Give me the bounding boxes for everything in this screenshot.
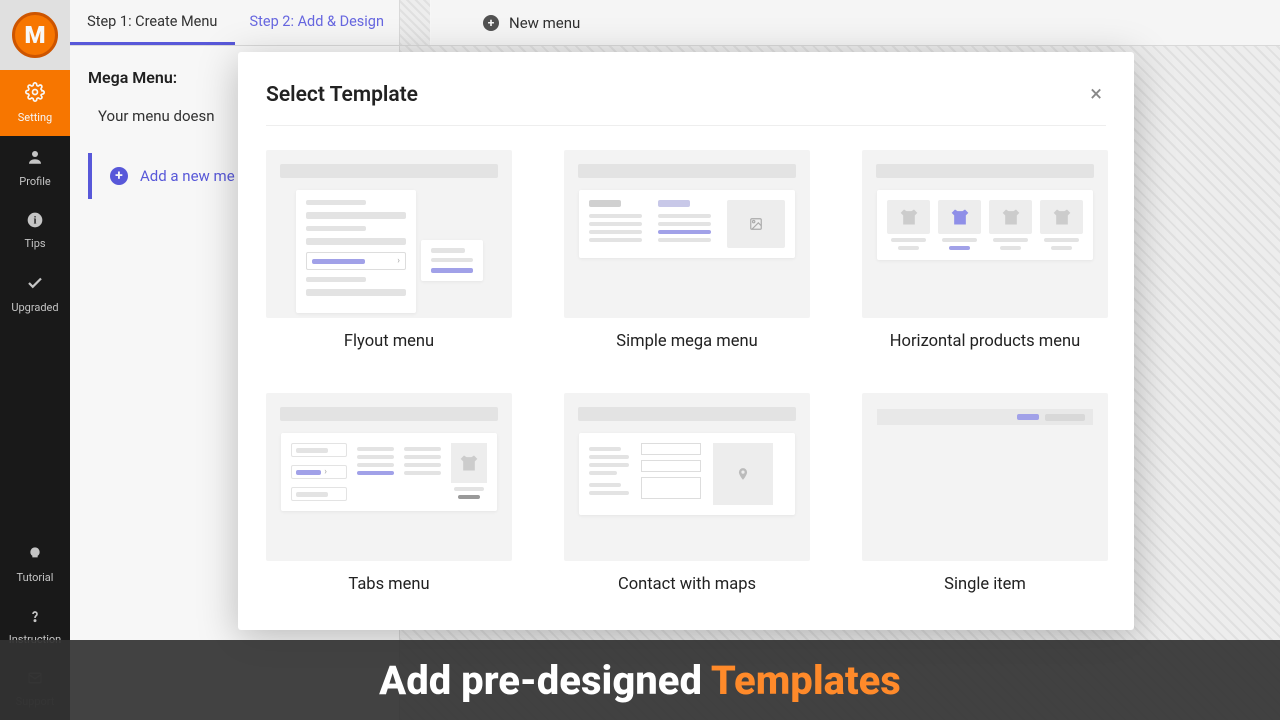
- map-icon: [713, 443, 773, 505]
- shirt-icon: [451, 443, 487, 483]
- template-label: Contact with maps: [618, 575, 756, 594]
- template-card-simple-mega[interactable]: Simple mega menu: [564, 150, 810, 351]
- banner-text: Add pre-designed Templates: [379, 657, 901, 704]
- template-preview: [564, 150, 810, 318]
- template-preview: [564, 393, 810, 561]
- template-card-contact[interactable]: Contact with maps: [564, 393, 810, 594]
- close-icon[interactable]: ×: [1086, 82, 1106, 107]
- promo-banner: Add pre-designed Templates: [0, 640, 1280, 720]
- modal-title: Select Template: [266, 83, 418, 107]
- template-preview: ›: [266, 393, 512, 561]
- template-card-single-item[interactable]: Single item: [862, 393, 1108, 594]
- banner-pre: Add pre-designed: [379, 657, 711, 704]
- template-card-horizontal-products[interactable]: Horizontal products menu: [862, 150, 1108, 351]
- template-card-flyout[interactable]: › Flyout menu: [266, 150, 512, 351]
- template-preview: ›: [266, 150, 512, 318]
- template-label: Flyout menu: [344, 332, 434, 351]
- template-preview: [862, 393, 1108, 561]
- template-card-tabs[interactable]: › Tabs menu: [266, 393, 512, 594]
- template-label: Single item: [944, 575, 1026, 594]
- image-icon: [727, 200, 785, 248]
- modal-header: Select Template ×: [266, 82, 1106, 126]
- template-label: Tabs menu: [348, 575, 429, 594]
- select-template-modal: Select Template × ›: [238, 52, 1134, 630]
- template-label: Simple mega menu: [616, 332, 757, 351]
- template-preview: [862, 150, 1108, 318]
- template-label: Horizontal products menu: [890, 332, 1080, 351]
- template-grid: › Flyout menu: [266, 150, 1106, 594]
- banner-accent: Templates: [711, 657, 901, 704]
